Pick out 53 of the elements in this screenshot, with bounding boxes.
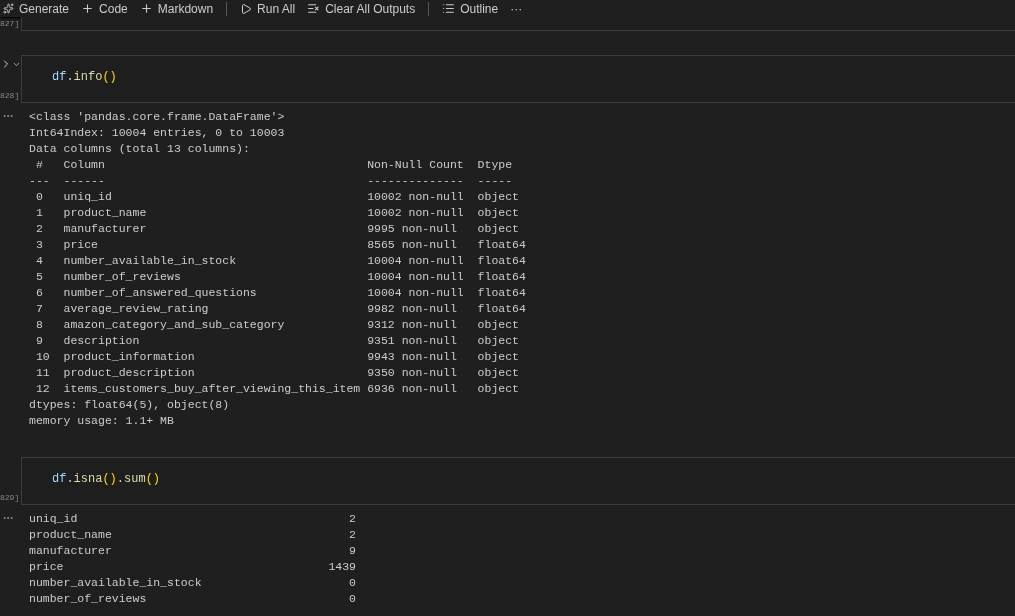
code-line: df.isna().sum() [52, 471, 161, 488]
output-line: memory usage: 1.1+ MB [29, 413, 174, 429]
series-label: price [29, 559, 64, 575]
output-line: 1 product_name 10002 non-null object [34, 205, 520, 221]
output-line: Int64Index: 10004 entries, 0 to 10003 [29, 125, 285, 141]
output-line: 0 uniq_id 10002 non-null object [34, 189, 520, 205]
output-line: 5 number_of_reviews 10004 non-null float64 [34, 269, 526, 285]
series-value: 1439 [328, 559, 356, 575]
output-line: Data columns (total 13 columns): [29, 141, 250, 157]
execution-count: 827] [0, 18, 21, 30]
toolbar-button[interactable]: Clear All Outputs [304, 0, 419, 18]
toolbar-button[interactable]: Code [78, 0, 131, 18]
output-line: 6 number_of_answered_questions 10004 non-null float64 [34, 285, 526, 301]
toolbar-button[interactable]: Markdown [136, 0, 217, 18]
output-line: 7 average_review_rating 9982 non-null float64 [34, 301, 526, 317]
output-line: 10 product_information 9943 non-null object [34, 349, 520, 365]
execution-count: 828] [0, 90, 21, 102]
code-cell[interactable] [21, 17, 1015, 31]
output-line: 12 items_customers_buy_after_viewing_this_item 6936 non-null object [34, 381, 520, 397]
output-line: 8 amazon_category_and_sub_category 9312 non-null object [34, 317, 520, 333]
toolbar-button[interactable]: Outline [439, 0, 502, 18]
code-cell[interactable]: df.isna().sum() [21, 457, 1015, 505]
output-line: --- ------ -------------- ----- [29, 173, 514, 189]
code-cell[interactable]: df.info() [21, 55, 1015, 103]
code-line: df.info() [52, 69, 117, 86]
list-icon [442, 2, 456, 15]
plus-icon [139, 2, 153, 15]
output-line: 3 price 8565 non-null float64 [34, 237, 526, 253]
output-line: # Column Non-Null Count Dtype [34, 157, 514, 173]
play-icon [240, 2, 253, 15]
output-line: 9 description 9351 non-null object [34, 333, 520, 349]
output-line: 2 manufacturer 9995 non-null object [34, 221, 520, 237]
series-label: number_available_in_stock [29, 575, 202, 591]
output-line: dtypes: float64(5), object(8) [29, 397, 230, 413]
series-label: product_name [29, 527, 112, 543]
series-label: uniq_id [29, 511, 78, 527]
series-value: 2 [349, 527, 356, 543]
toolbar-button[interactable]: Generate [0, 0, 73, 18]
series-label: number_of_reviews [29, 591, 147, 607]
series-value: 2 [349, 511, 356, 527]
plus-icon [81, 2, 95, 15]
series-value: 0 [349, 591, 356, 607]
toolbar-button[interactable]: Run All [237, 0, 299, 18]
output-line: <class 'pandas.core.frame.DataFrame'> [29, 109, 285, 125]
clear-list-icon [307, 2, 321, 15]
sparkle-icon [3, 3, 14, 14]
toolbar-button[interactable]: ··· [507, 0, 526, 18]
series-value: 0 [349, 575, 356, 591]
series-value: 9 [349, 543, 356, 559]
series-label: manufacturer [29, 543, 112, 559]
output-line: 4 number_available_in_stock 10004 non-null float64 [34, 253, 526, 269]
output-line: 11 product_description 9350 non-null object [34, 365, 520, 381]
execution-count: 829] [0, 492, 21, 504]
